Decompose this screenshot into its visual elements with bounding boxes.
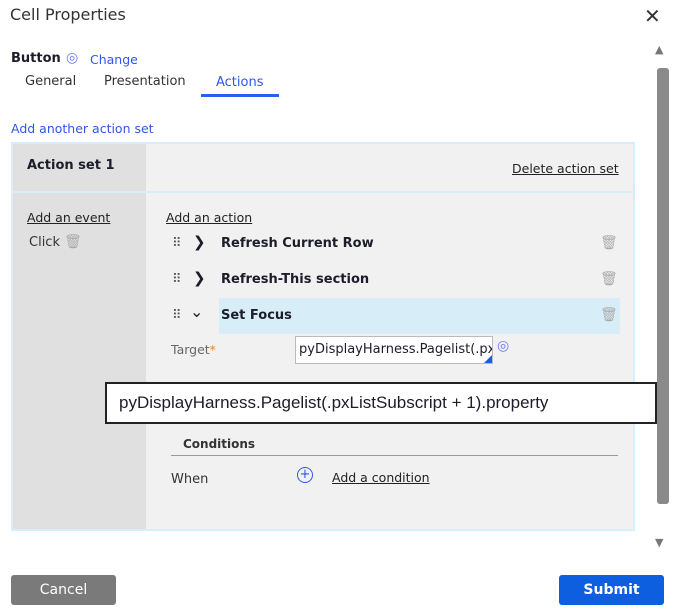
target-icon: ◎	[66, 50, 79, 66]
target-label: Target*	[171, 342, 216, 357]
tab-general[interactable]: General	[25, 74, 76, 89]
add-condition-link[interactable]: Add a condition	[332, 470, 430, 485]
tab-presentation[interactable]: Presentation	[104, 74, 186, 89]
close-icon[interactable]: ✕	[644, 4, 661, 28]
delete-action-set-link[interactable]: Delete action set	[512, 161, 619, 176]
tab-actions[interactable]: Actions	[201, 75, 279, 97]
submit-button[interactable]: Submit	[559, 575, 664, 605]
event-click[interactable]: Click	[29, 235, 60, 250]
add-event-link[interactable]: Add an event	[27, 210, 110, 225]
target-value: pyDisplayHarness.Pagelist(.pxListSubscri…	[299, 342, 492, 357]
scroll-up-icon[interactable]: ▲	[655, 43, 663, 56]
divider	[171, 455, 618, 456]
cancel-button[interactable]: Cancel	[11, 575, 116, 605]
delete-action-icon[interactable]: 🗑	[600, 307, 618, 323]
delete-action-icon[interactable]: 🗑	[600, 235, 618, 251]
chevron-right-icon[interactable]: ❯	[193, 233, 206, 251]
when-label: When	[171, 472, 209, 487]
tooltip: pyDisplayHarness.Pagelist(.pxListSubscri…	[105, 382, 657, 424]
action-item[interactable]: Set Focus	[221, 308, 292, 323]
target-input[interactable]: pyDisplayHarness.Pagelist(.pxListSubscri…	[295, 336, 493, 364]
divider	[13, 191, 633, 193]
action-item[interactable]: Refresh Current Row	[221, 236, 374, 251]
add-condition-icon[interactable]: +	[297, 467, 313, 483]
target-label-text: Target	[171, 342, 210, 357]
add-action-link[interactable]: Add an action	[166, 210, 252, 225]
drag-handle-icon[interactable]: ⠿	[172, 272, 181, 287]
conditions-title: Conditions	[183, 437, 256, 451]
scroll-down-icon[interactable]: ▼	[655, 536, 663, 549]
resize-corner	[484, 355, 492, 363]
action-set-title: Action set 1	[27, 158, 115, 173]
events-column	[13, 144, 146, 529]
scrollbar-thumb[interactable]	[657, 68, 669, 504]
chevron-down-icon[interactable]: ⌄	[190, 302, 203, 321]
change-link[interactable]: Change	[90, 52, 138, 67]
action-item[interactable]: Refresh-This section	[221, 272, 369, 287]
delete-event-icon[interactable]: 🗑	[64, 234, 82, 250]
delete-action-icon[interactable]: 🗑	[600, 271, 618, 287]
required-mark: *	[209, 342, 216, 357]
drag-handle-icon[interactable]: ⠿	[172, 308, 181, 323]
target-picker-icon[interactable]: ◎	[497, 338, 509, 354]
drag-handle-icon[interactable]: ⠿	[172, 236, 181, 251]
dialog-title: Cell Properties	[10, 5, 126, 24]
chevron-right-icon[interactable]: ❯	[193, 269, 206, 287]
control-type: Button	[11, 51, 61, 66]
add-action-set-link[interactable]: Add another action set	[11, 121, 154, 136]
